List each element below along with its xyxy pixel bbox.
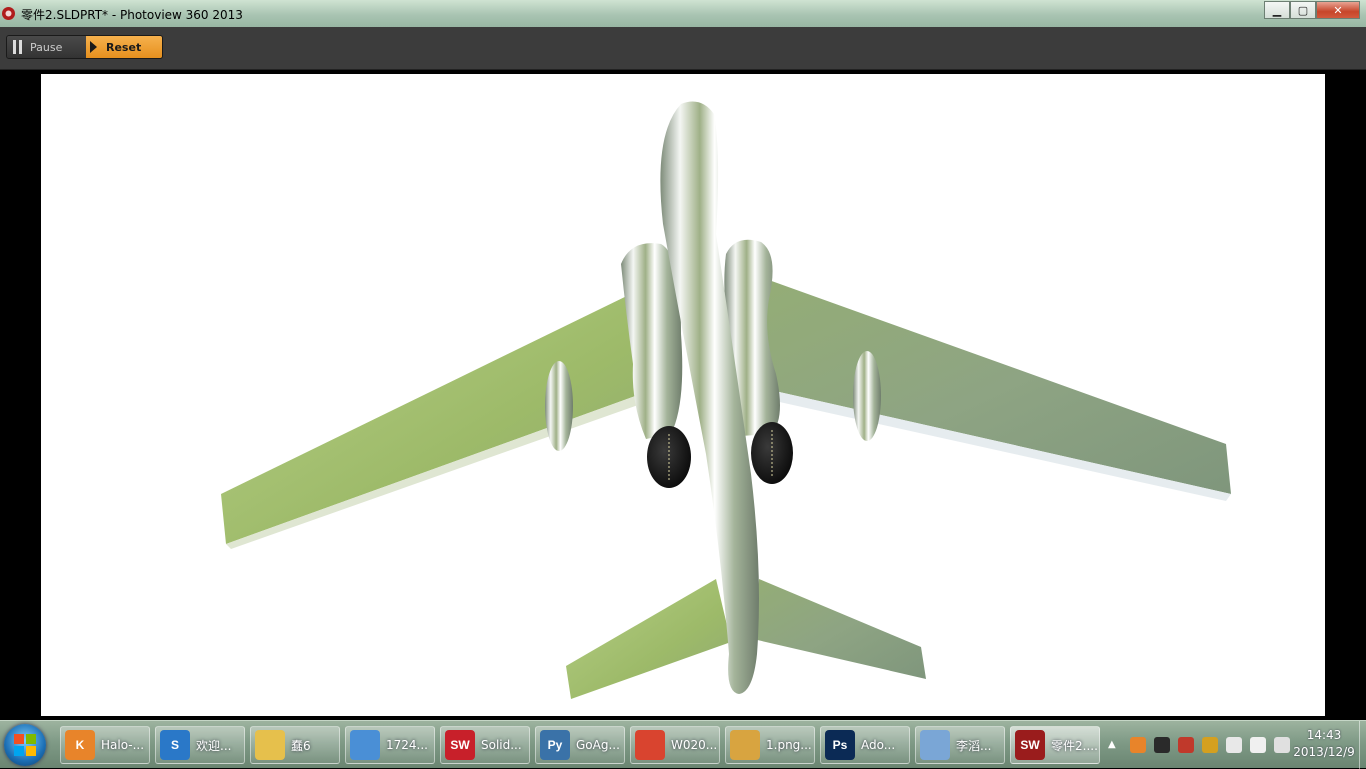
reset-label: Reset: [106, 40, 142, 54]
taskbar-item[interactable]: SW 零件2....: [1010, 726, 1100, 764]
tray-icons: [1130, 737, 1298, 753]
chrome-icon: [635, 730, 665, 760]
photoview-app-icon: [2, 7, 15, 20]
sogou-icon: S: [160, 730, 190, 760]
taskbar-item-label: 蠢6: [291, 738, 311, 753]
tray-expand-icon[interactable]: ▲: [1108, 739, 1116, 750]
kingsoft-tray-icon[interactable]: [1130, 737, 1146, 753]
maximize-button[interactable]: ▢: [1290, 1, 1316, 19]
qq-group-icon[interactable]: [1202, 737, 1218, 753]
clock-time: 14:43: [1306, 728, 1342, 742]
left-stabilizer: [566, 579, 731, 699]
taskbar-item[interactable]: 李滔...: [915, 726, 1005, 764]
clock[interactable]: 14:43 2013/12/9: [1288, 727, 1360, 761]
render-viewport: [0, 70, 1366, 720]
close-button[interactable]: ✕: [1316, 1, 1360, 19]
start-button[interactable]: [4, 724, 46, 766]
clock-date: 2013/12/9: [1293, 745, 1355, 759]
taskbar-item[interactable]: SW Solid...: [440, 726, 530, 764]
taskbar-item[interactable]: 蠢6: [250, 726, 340, 764]
paint-icon: [730, 730, 760, 760]
image-viewer-icon: [350, 730, 380, 760]
play-icon: [90, 41, 97, 53]
taskbar-item-label: GoAg...: [576, 738, 620, 752]
taskbar-item[interactable]: 1.png...: [725, 726, 815, 764]
system-tray: ▲ 14:43 2013/12/9: [1108, 721, 1366, 769]
render-toolbar: Pause Reset: [0, 27, 1366, 70]
taskbar-item[interactable]: W020...: [630, 726, 720, 764]
pause-button[interactable]: Pause: [7, 36, 86, 58]
show-desktop-button[interactable]: [1359, 721, 1366, 769]
right-wing-pod: [853, 351, 881, 441]
contacts-icon: [920, 730, 950, 760]
minimize-button[interactable]: ▁: [1264, 1, 1290, 19]
folder-icon: [255, 730, 285, 760]
airplane-render: [221, 101, 1231, 699]
taskbar-item[interactable]: Py GoAg...: [535, 726, 625, 764]
left-wing: [221, 289, 641, 549]
window-titlebar: 零件2.SLDPRT* - Photoview 360 2013 ▁ ▢ ✕: [0, 0, 1366, 27]
flag-icon[interactable]: [1250, 737, 1266, 753]
window-controls: ▁ ▢ ✕: [1264, 1, 1360, 20]
playback-controls: Pause Reset: [6, 35, 163, 59]
qq-icon-2[interactable]: [1178, 737, 1194, 753]
photoshop-icon: Ps: [825, 730, 855, 760]
taskbar-item-label: 李滔...: [956, 738, 992, 753]
taskbar-item-label: Halo-...: [101, 738, 145, 752]
qq-icon[interactable]: [1154, 737, 1170, 753]
taskbar-item-label: 1.png...: [766, 738, 812, 752]
windows-logo-icon: [14, 734, 36, 756]
render-canvas[interactable]: [41, 74, 1325, 716]
taskbar-item[interactable]: K Halo-...: [60, 726, 150, 764]
taskbar-item-label: 1724...: [386, 738, 428, 752]
solidworks-icon: SW: [445, 730, 475, 760]
left-wing-pod: [545, 361, 573, 451]
taskbar-item[interactable]: S 欢迎...: [155, 726, 245, 764]
reset-button[interactable]: Reset: [86, 36, 162, 58]
window-title: 零件2.SLDPRT* - Photoview 360 2013: [21, 8, 243, 22]
kingsoft-icon: K: [65, 730, 95, 760]
right-stabilizer: [753, 579, 926, 679]
photoview-icon: SW: [1015, 730, 1045, 760]
taskbar-tasks: K Halo-... S 欢迎... 蠢6 1724... SW Solid... Py GoAg…: [60, 726, 1105, 764]
taskbar-item-label: Solid...: [481, 738, 522, 752]
taskbar-item-label: 零件2....: [1051, 738, 1098, 753]
pause-icon: [13, 40, 23, 54]
pause-label: Pause: [30, 40, 63, 54]
taskbar-item-label: Ado...: [861, 738, 896, 752]
taskbar-item[interactable]: 1724...: [345, 726, 435, 764]
taskbar-item-label: W020...: [671, 738, 718, 752]
network-icon[interactable]: [1226, 737, 1242, 753]
taskbar-item-label: 欢迎...: [196, 738, 232, 753]
python-icon: Py: [540, 730, 570, 760]
right-wing: [766, 279, 1231, 501]
windows-taskbar: K Halo-... S 欢迎... 蠢6 1724... SW Solid... Py GoAg…: [0, 720, 1366, 769]
taskbar-item[interactable]: Ps Ado...: [820, 726, 910, 764]
